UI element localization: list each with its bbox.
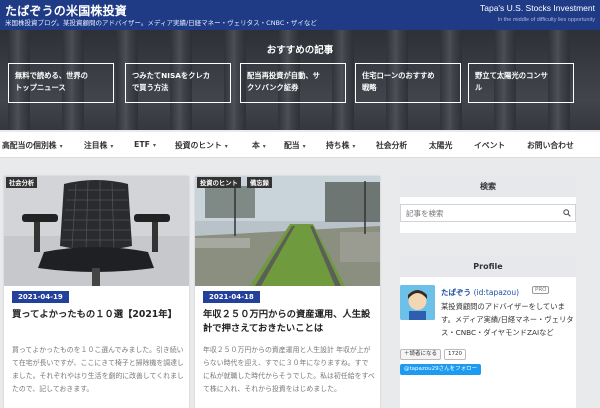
search-input[interactable] [400, 204, 576, 222]
recommended-link[interactable]: つみたてNISAをクレカ で買う方法 [125, 63, 231, 103]
post-thumbnail[interactable]: 社会分析 [4, 176, 189, 286]
recommended-articles-hero: おすすめの記事 無料で読める、世界の トップニュース つみたてNISAをクレカ … [0, 30, 600, 130]
recommended-link-line: 戦略 [362, 83, 377, 92]
nav-item-label: 投資のヒント [175, 141, 222, 150]
nav-item-label: 社会分析 [376, 141, 408, 150]
nav-item-label: 本 [252, 141, 260, 150]
recommended-link-line: ル [475, 83, 483, 92]
post-card[interactable]: 投資のヒント 備忘録 2021-04-18 年収２５０万円からの資産運用、人生設… [195, 176, 380, 408]
nav-item-label: 注目株 [84, 141, 108, 150]
nav-item[interactable]: 投資のヒント ▾ [175, 140, 228, 151]
nav-item[interactable]: お問い合わせ [527, 140, 574, 151]
header-english-subtitle: In the middle of difficulty lies opportu… [497, 17, 595, 23]
railway-track-image [195, 176, 380, 286]
category-badge[interactable]: 備忘録 [247, 177, 272, 188]
nav-item[interactable]: 高配当の個別株 ▾ [2, 140, 63, 151]
nav-item-label: 太陽光 [429, 141, 453, 150]
recommended-link-line: 野立て太陽光のコンサ [475, 71, 548, 80]
post-date: 2021-04-19 [12, 291, 69, 303]
avatar[interactable] [400, 285, 435, 320]
recommended-link[interactable]: 野立て太陽光のコンサ ル [468, 63, 574, 103]
recommended-link-line: で買う方法 [132, 83, 169, 92]
nav-item[interactable]: ETF ▾ [134, 140, 156, 149]
post-card[interactable]: 社会分析 2021-04-19 買ってよかったもの１０選【2021年】 買ってよ… [4, 176, 189, 408]
blog-page: たぱぞうの米国株投資 米国株投資ブログ。某投資顧問のアドバイザー。メディア実績/… [0, 0, 600, 408]
nav-item[interactable]: 本 ▾ [252, 140, 266, 151]
recommended-link-line: トップニュース [15, 83, 66, 92]
chevron-down-icon: ▾ [152, 142, 156, 149]
site-header: たぱぞうの米国株投資 米国株投資ブログ。某投資顧問のアドバイザー。メディア実績/… [0, 0, 600, 30]
profile-id: (id:tapazou) [473, 288, 520, 297]
nav-item[interactable]: 注目株 ▾ [84, 140, 113, 151]
avatar-icon [400, 285, 435, 320]
chevron-down-icon: ▾ [352, 143, 356, 150]
profile-name[interactable]: たぱぞう (id:tapazou) [441, 287, 519, 298]
subscriber-count: 1720 [444, 349, 466, 360]
nav-item-label: 高配当の個別株 [2, 141, 57, 150]
twitter-follow-button[interactable]: @tapazou29さんをフォロー [400, 364, 482, 375]
header-english-title: Tapa's U.S. Stocks Investment [479, 3, 595, 13]
recommended-link-line: クソバンク証券 [247, 83, 299, 92]
chevron-down-icon: ▾ [262, 143, 266, 150]
recommended-link-line: 配当再投資が自動、サ [247, 71, 320, 80]
category-badge[interactable]: 社会分析 [6, 177, 38, 188]
recommended-link-line: 住宅ローンのおすすめ [362, 71, 435, 80]
twitter-follow-label: @tapazou29さんをフォロー [404, 366, 478, 372]
post-thumbnail[interactable]: 投資のヒント 備忘録 [195, 176, 380, 286]
recommended-link-line: つみたてNISAをクレカ [132, 71, 211, 80]
nav-item[interactable]: イベント [474, 140, 505, 151]
hero-title: おすすめの記事 [266, 45, 334, 56]
subscribe-button[interactable]: ＋読者になる [400, 349, 442, 360]
search-icon[interactable] [563, 209, 571, 217]
post-excerpt: 年収２５０万円からの資産運用と人生設計 年収が上がらない時代を迎え、すでに３０年… [203, 346, 375, 393]
recommended-link[interactable]: 住宅ローンのおすすめ 戦略 [355, 63, 461, 103]
post-title[interactable]: 年収２５０万円からの資産運用、人生設計で押さえておきたいことは [203, 308, 375, 336]
nav-item-label: 配当 [284, 141, 300, 150]
post-title[interactable]: 買ってよかったもの１０選【2021年】 [12, 308, 184, 322]
nav-item-label: 持ち株 [326, 141, 350, 150]
site-description: 米国株投資ブログ。某投資顧問のアドバイザー。メディア実績/日経マネー・ヴェリタス… [5, 19, 317, 27]
nav-item[interactable]: 社会分析 [376, 140, 407, 151]
recommended-link[interactable]: 無料で読める、世界の トップニュース [8, 63, 114, 103]
office-chair-image [4, 176, 189, 286]
nav-item-label: イベント [474, 141, 506, 150]
recommended-link[interactable]: 配当再投資が自動、サ クソバンク証券 [240, 63, 346, 103]
chevron-down-icon: ▾ [224, 143, 228, 150]
nav-item-label: お問い合わせ [527, 141, 574, 150]
pro-badge: PRO [532, 286, 550, 294]
category-badge[interactable]: 投資のヒント [197, 177, 241, 188]
post-excerpt: 買ってよかったものを１０こ選んでみました。引き続いて在宅が長いですが、ここにきて… [12, 346, 184, 393]
chevron-down-icon: ▾ [59, 143, 63, 150]
profile-name-text: たぱぞう [441, 288, 471, 297]
search-heading: 検索 [400, 176, 576, 197]
post-date: 2021-04-18 [203, 291, 260, 303]
chevron-down-icon: ▾ [302, 143, 306, 150]
global-nav: 高配当の個別株 ▾ 注目株 ▾ ETF ▾ 投資のヒント ▾ 本 ▾ 配当 ▾ 持ち株 ▾ 社… [0, 132, 600, 158]
profile-heading: Profile [400, 256, 576, 277]
profile-description: 某投資顧問のアドバイザーをしています。メディア実績/日経マネー・ヴェリタス・CN… [441, 302, 574, 337]
nav-item[interactable]: 太陽光 [429, 140, 452, 151]
nav-item[interactable]: 配当 ▾ [284, 140, 306, 151]
recommended-link-line: 無料で読める、世界の [15, 71, 88, 80]
chevron-down-icon: ▾ [110, 143, 114, 150]
nav-item[interactable]: 持ち株 ▾ [326, 140, 355, 151]
nav-item-label: ETF [134, 140, 150, 149]
